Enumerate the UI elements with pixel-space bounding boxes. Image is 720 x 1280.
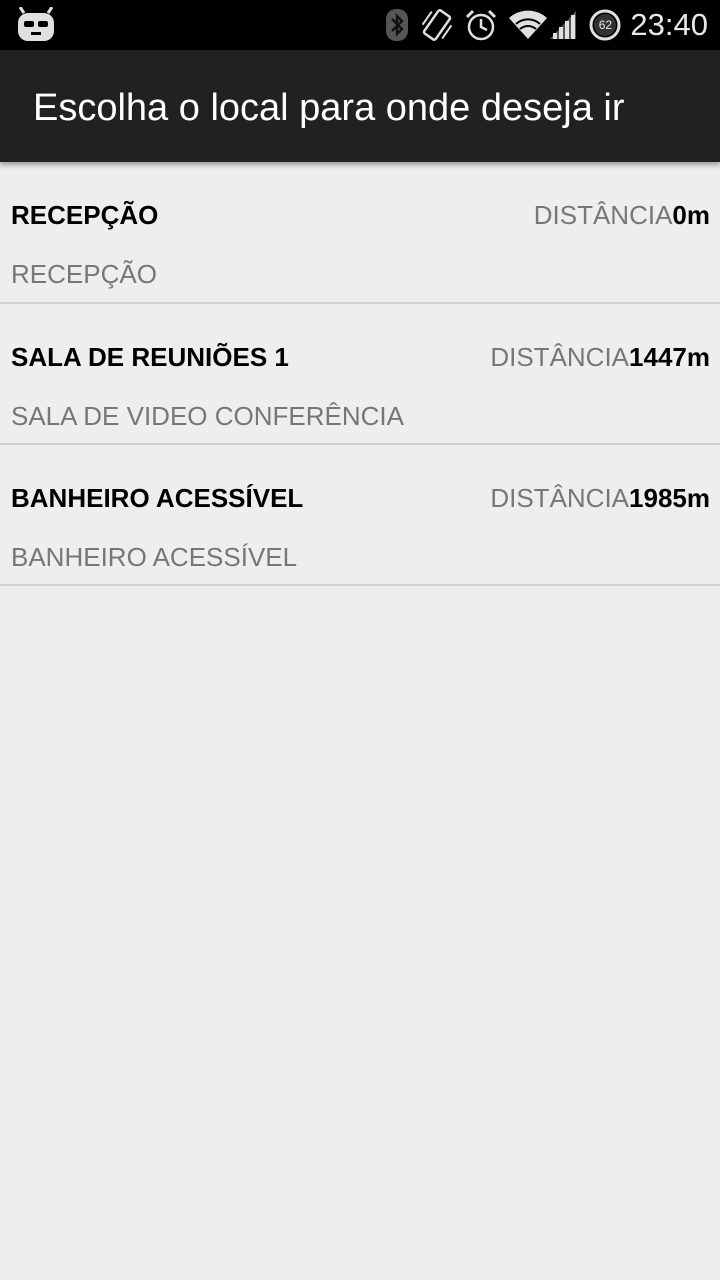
destination-list: RECEPÇÃO DISTÂNCIA0m RECEPÇÃO SALA DE RE… — [0, 162, 720, 586]
distance-value: 1447m — [629, 342, 710, 372]
item-title: BANHEIRO ACESSÍVEL — [11, 483, 304, 513]
status-clock: 23:40 — [630, 7, 708, 42]
wifi-icon — [508, 9, 548, 41]
item-distance: DISTÂNCIA1447m — [490, 342, 710, 373]
battery-level: 62 — [598, 18, 613, 32]
status-bar: 62 23:40 — [0, 0, 720, 50]
cyanogenmod-bugdroid-icon — [16, 6, 56, 43]
distance-value: 1985m — [629, 483, 710, 513]
item-subtitle: BANHEIRO ACESSÍVEL — [11, 542, 298, 572]
list-item[interactable]: SALA DE REUNIÕES 1 DISTÂNCIA1447m SALA D… — [0, 304, 720, 445]
alarm-icon — [464, 8, 498, 42]
distance-value: 0m — [672, 200, 710, 230]
distance-label: DISTÂNCIA — [533, 200, 673, 230]
cell-signal-icon — [550, 9, 578, 41]
distance-label: DISTÂNCIA — [490, 483, 630, 513]
item-distance: DISTÂNCIA1985m — [490, 483, 710, 514]
bluetooth-icon — [384, 8, 410, 42]
item-title: RECEPÇÃO — [11, 200, 159, 230]
item-distance: DISTÂNCIA0m — [534, 200, 710, 231]
distance-label: DISTÂNCIA — [490, 342, 630, 372]
item-title: SALA DE REUNIÕES 1 — [11, 342, 289, 372]
item-subtitle: SALA DE VIDEO CONFERÊNCIA — [11, 401, 404, 431]
item-subtitle: RECEPÇÃO — [11, 259, 157, 289]
page-title: Escolha o local para onde deseja ir — [33, 87, 625, 129]
status-icons: 62 23:40 — [374, 0, 708, 50]
list-item[interactable]: BANHEIRO ACESSÍVEL DISTÂNCIA1985m BANHEI… — [0, 445, 720, 586]
vibrate-icon — [420, 7, 454, 43]
battery-icon: 62 — [588, 8, 622, 42]
list-item[interactable]: RECEPÇÃO DISTÂNCIA0m RECEPÇÃO — [0, 162, 720, 304]
